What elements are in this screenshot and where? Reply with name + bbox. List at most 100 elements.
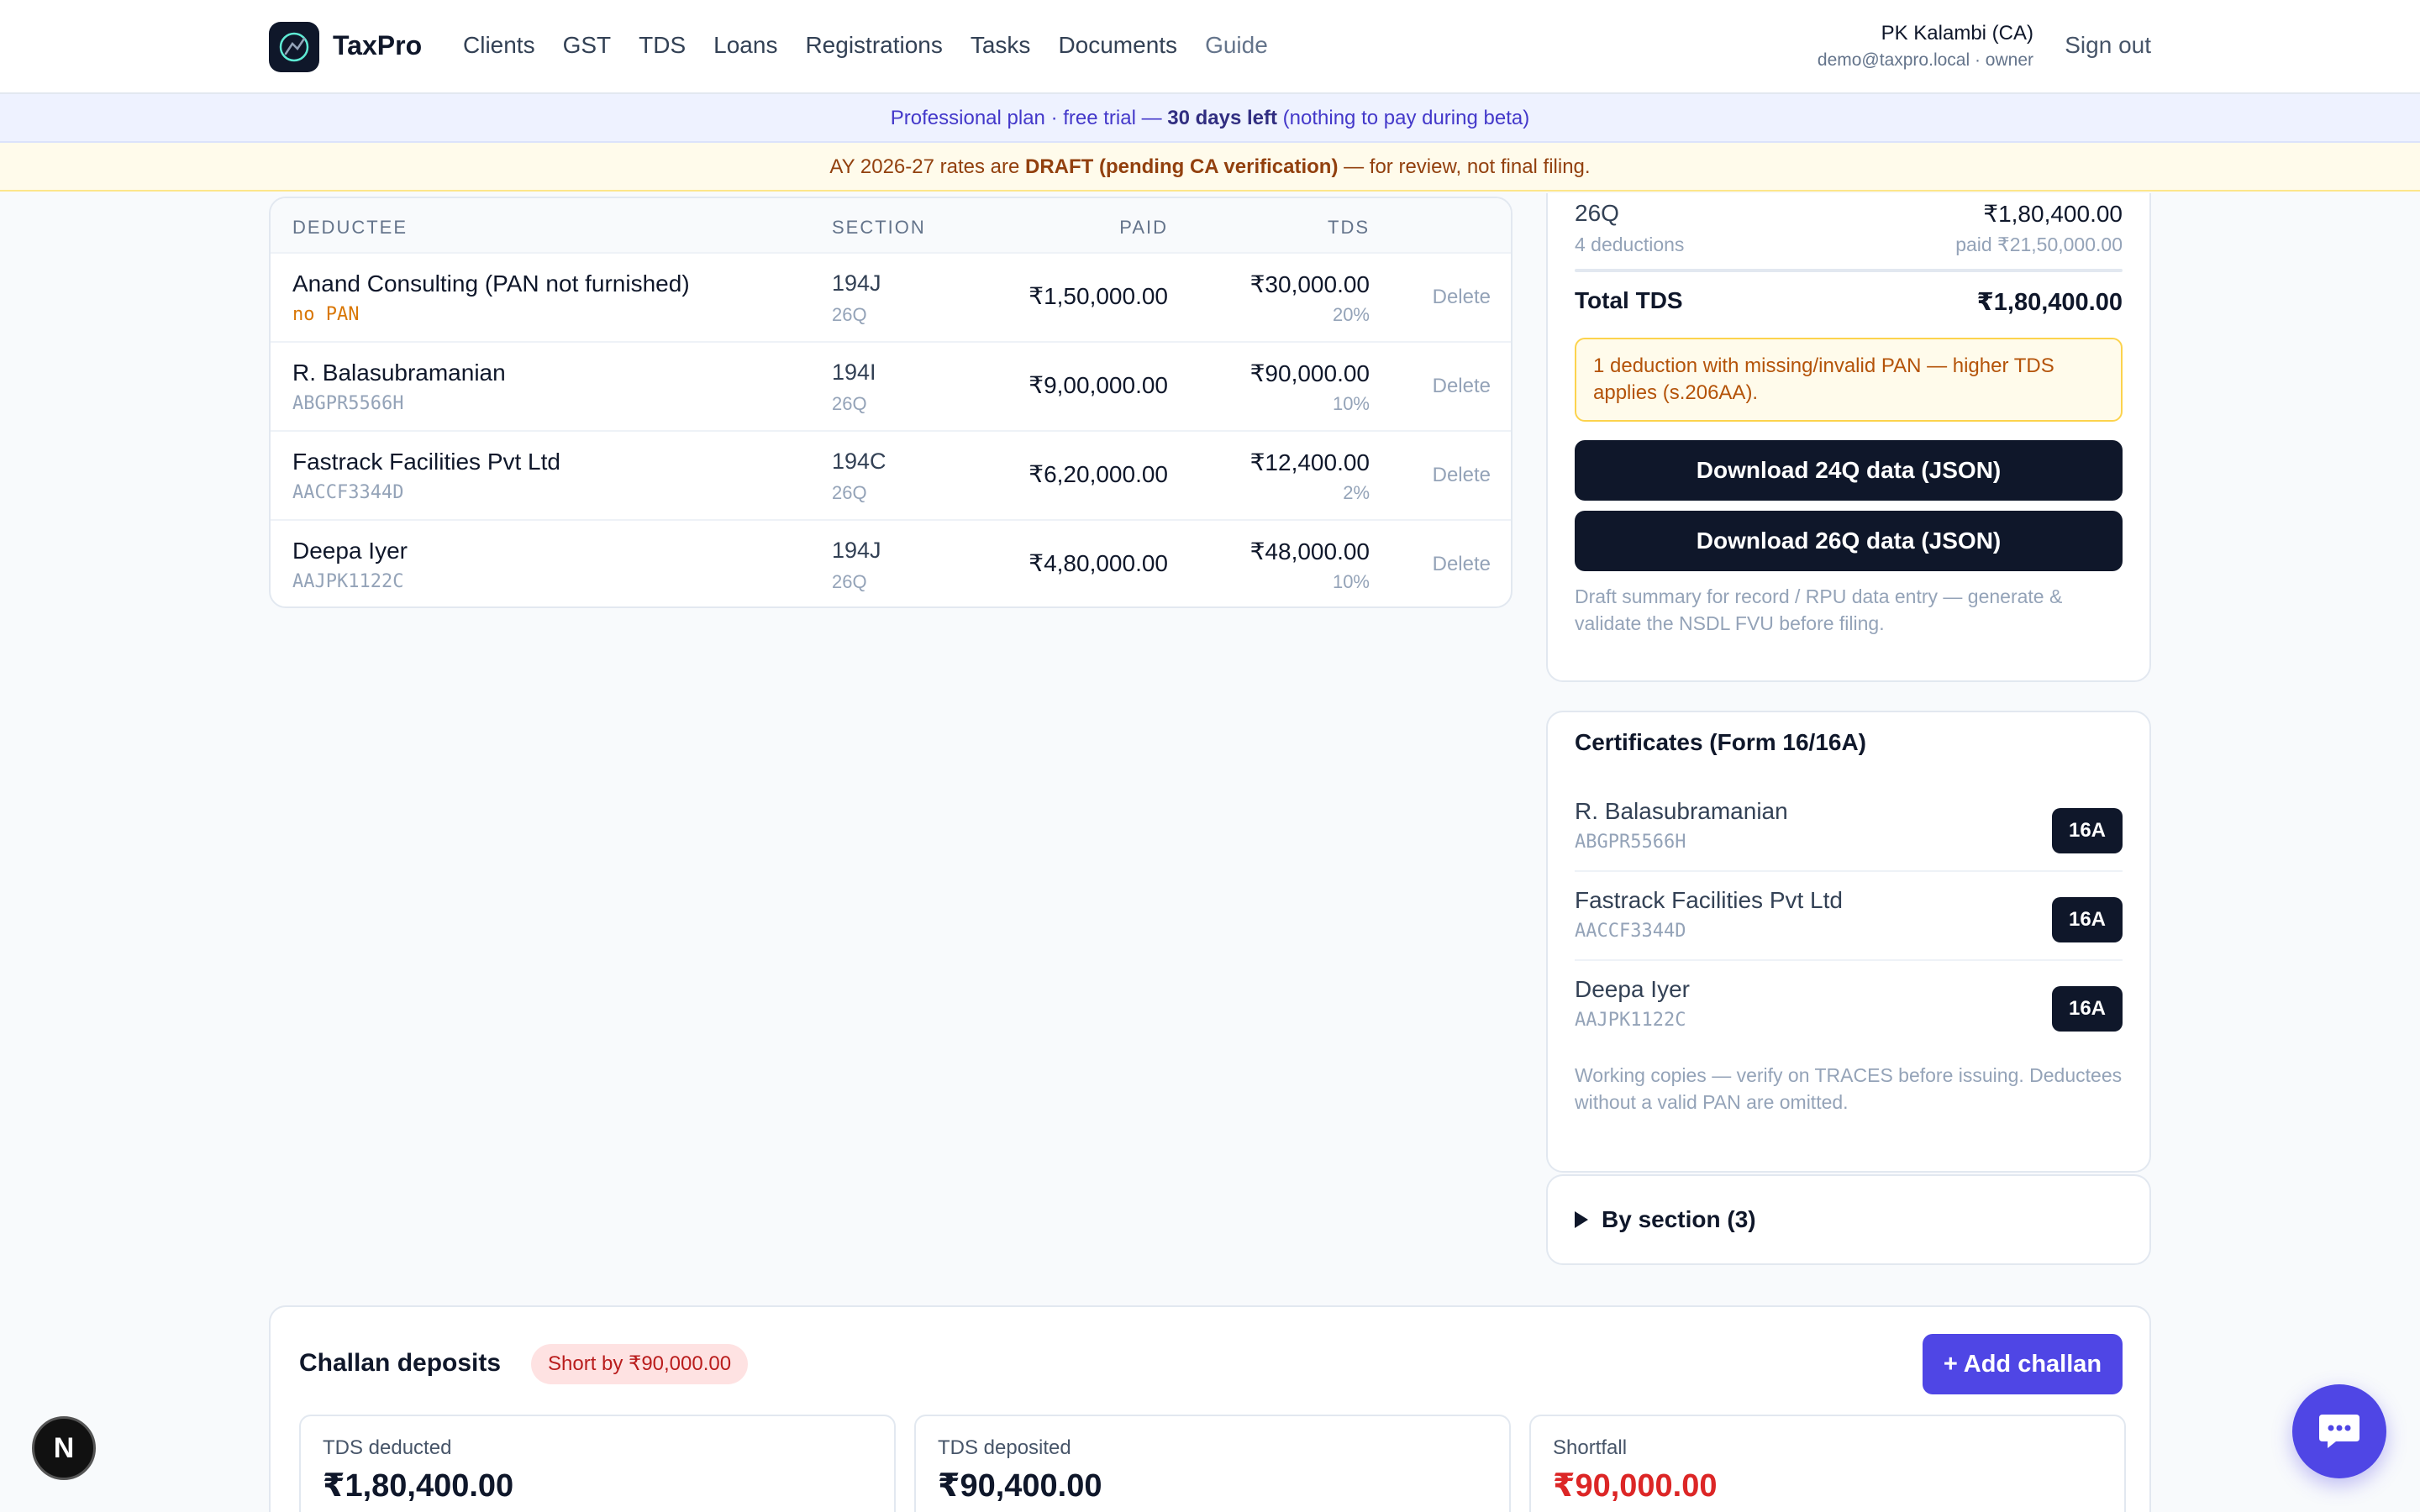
deductee-name: Anand Consulting (PAN not furnished) bbox=[292, 270, 690, 297]
nav-link-loans[interactable]: Loans bbox=[713, 32, 777, 59]
by-section-label: By section (3) bbox=[1602, 1206, 1756, 1232]
summary-form: 26Q bbox=[1575, 200, 1619, 226]
pan-warning: 1 deduction with missing/invalid PAN — h… bbox=[1575, 338, 2123, 422]
deductee-tds: ₹48,000.00 bbox=[1249, 538, 1370, 564]
deductee-form: 26Q bbox=[832, 571, 867, 592]
deductee-form: 26Q bbox=[832, 393, 867, 414]
chat-button[interactable] bbox=[2292, 1384, 2386, 1478]
table-row: Fastrack Facilities Pvt Ltd AACCF3344D 1… bbox=[271, 432, 1511, 521]
delete-button[interactable]: Delete bbox=[1433, 553, 1491, 576]
list-item: Deepa Iyer AAJPK1122C 16A bbox=[1575, 961, 2123, 1050]
challan-deposits-card: Challan deposits Short by ₹90,000.00 + A… bbox=[269, 1305, 2151, 1512]
form-16a-button[interactable]: 16A bbox=[2052, 808, 2123, 853]
stat-label: TDS deposited bbox=[938, 1436, 1071, 1459]
by-section-toggle[interactable]: By section (3) bbox=[1546, 1174, 2151, 1265]
stat-value: ₹90,400.00 bbox=[938, 1468, 1102, 1504]
column-deductee: DEDUCTEE bbox=[292, 217, 408, 238]
form-16a-button[interactable]: 16A bbox=[2052, 897, 2123, 942]
disclosure-triangle-icon bbox=[1575, 1211, 1588, 1228]
stat-tds-deposited: TDS deposited ₹90,400.00 bbox=[914, 1415, 1511, 1512]
nav-link-tasks[interactable]: Tasks bbox=[971, 32, 1031, 59]
challan-title: Challan deposits bbox=[299, 1349, 502, 1377]
form-16a-button[interactable]: 16A bbox=[2052, 986, 2123, 1032]
chat-bubble-icon bbox=[2319, 1415, 2360, 1448]
plan-days-left: 30 days left bbox=[1167, 107, 1277, 129]
stat-shortfall: Shortfall ₹90,000.00 bbox=[1529, 1415, 2126, 1512]
draft-rates-banner: AY 2026-27 rates are DRAFT (pending CA v… bbox=[0, 143, 2420, 192]
column-section: SECTION bbox=[832, 217, 926, 238]
taxpro-logo-icon[interactable] bbox=[269, 22, 319, 72]
list-item: Fastrack Facilities Pvt Ltd AACCF3344D 1… bbox=[1575, 872, 2123, 961]
deductee-pan: no PAN bbox=[292, 304, 360, 325]
summary-paid: paid ₹21,50,000.00 bbox=[1955, 234, 2123, 255]
nextjs-dev-badge[interactable]: N bbox=[32, 1416, 96, 1480]
user-info: PK Kalambi (CA) demo@taxpro.local · owne… bbox=[1818, 22, 2033, 71]
add-challan-button[interactable]: + Add challan bbox=[1923, 1334, 2123, 1394]
delete-button[interactable]: Delete bbox=[1433, 464, 1491, 487]
certificate-name: Deepa Iyer bbox=[1575, 976, 1690, 1002]
table-row: R. Balasubramanian ABGPR5566H 194I 26Q ₹… bbox=[271, 343, 1511, 432]
deductee-rate: 20% bbox=[1332, 304, 1370, 325]
certificate-name: R. Balasubramanian bbox=[1575, 798, 1788, 824]
deductee-name: Deepa Iyer bbox=[292, 538, 408, 564]
sign-out-button[interactable]: Sign out bbox=[2065, 32, 2151, 59]
total-tds-label: Total TDS bbox=[1575, 287, 1683, 313]
certificate-pan: AACCF3344D bbox=[1575, 921, 1686, 942]
deductee-rate: 10% bbox=[1332, 393, 1370, 414]
nav-link-tds[interactable]: TDS bbox=[639, 32, 686, 59]
delete-button[interactable]: Delete bbox=[1433, 375, 1491, 398]
certificates-card: Certificates (Form 16/16A) R. Balasubram… bbox=[1546, 711, 2151, 1173]
certificate-pan: AAJPK1122C bbox=[1575, 1010, 1686, 1031]
download-26q-button[interactable]: Download 26Q data (JSON) bbox=[1575, 511, 2123, 571]
plan-banner-prefix: Professional plan · free trial — bbox=[890, 107, 1168, 129]
download-24q-button[interactable]: Download 24Q data (JSON) bbox=[1575, 440, 2123, 501]
nav-link-gst[interactable]: GST bbox=[563, 32, 612, 59]
user-name: PK Kalambi (CA) bbox=[1881, 22, 2033, 45]
deductee-rate: 10% bbox=[1332, 571, 1370, 592]
summary-note: Draft summary for record / RPU data entr… bbox=[1575, 585, 2063, 634]
column-tds: TDS bbox=[1328, 217, 1370, 238]
deductee-name: Fastrack Facilities Pvt Ltd bbox=[292, 449, 560, 475]
certificates-note: Working copies — verify on TRACES before… bbox=[1575, 1064, 2123, 1113]
draft-banner-bold: DRAFT (pending CA verification) bbox=[1025, 155, 1339, 178]
deductee-section: 194J bbox=[832, 270, 881, 296]
total-tds-value: ₹1,80,400.00 bbox=[1976, 289, 2123, 316]
list-item: R. Balasubramanian ABGPR5566H 16A bbox=[1575, 783, 2123, 872]
certificate-pan: ABGPR5566H bbox=[1575, 832, 1686, 853]
summary-deductions: 4 deductions bbox=[1575, 234, 1685, 255]
certificate-name: Fastrack Facilities Pvt Ltd bbox=[1575, 887, 1843, 913]
deductee-name: R. Balasubramanian bbox=[292, 360, 506, 386]
deductee-table: DEDUCTEE SECTION PAID TDS Anand Consulti… bbox=[269, 197, 1512, 608]
user-email: demo@taxpro.local · owner bbox=[1817, 50, 2033, 70]
deductee-form: 26Q bbox=[832, 482, 867, 503]
deductee-form: 26Q bbox=[832, 304, 867, 325]
nav-link-clients[interactable]: Clients bbox=[463, 32, 535, 59]
draft-banner-prefix: AY 2026-27 rates are bbox=[829, 155, 1025, 178]
main-nav: Clients GST TDS Loans Registrations Task… bbox=[463, 32, 1296, 59]
table-row: Anand Consulting (PAN not furnished) no … bbox=[271, 254, 1511, 343]
tds-summary-card: 26Q ₹1,80,400.00 4 deductions paid ₹21,5… bbox=[1546, 193, 2151, 682]
plan-banner: Professional plan · free trial — 30 days… bbox=[0, 94, 2420, 143]
deductee-paid: ₹9,00,000.00 bbox=[1028, 372, 1168, 398]
brand-name[interactable]: TaxPro bbox=[333, 30, 422, 61]
main-content: DEDUCTEE SECTION PAID TDS Anand Consulti… bbox=[0, 193, 2420, 1512]
deductee-tds: ₹30,000.00 bbox=[1249, 271, 1370, 297]
deductee-paid: ₹4,80,000.00 bbox=[1028, 550, 1168, 576]
plan-banner-suffix: (nothing to pay during beta) bbox=[1277, 107, 1530, 129]
deductee-paid: ₹1,50,000.00 bbox=[1028, 283, 1168, 309]
table-row: Deepa Iyer AAJPK1122C 194J 26Q ₹4,80,000… bbox=[271, 521, 1511, 606]
deductee-pan: AACCF3344D bbox=[292, 482, 404, 503]
nav-link-guide[interactable]: Guide bbox=[1205, 32, 1268, 59]
deductee-section: 194C bbox=[832, 449, 886, 474]
deductee-paid: ₹6,20,000.00 bbox=[1028, 461, 1168, 487]
summary-form-amount: ₹1,80,400.00 bbox=[1983, 201, 2123, 227]
shortfall-badge: Short by ₹90,000.00 bbox=[531, 1344, 749, 1384]
nav-link-documents[interactable]: Documents bbox=[1058, 32, 1177, 59]
deductee-section: 194I bbox=[832, 360, 876, 385]
delete-button[interactable]: Delete bbox=[1433, 286, 1491, 309]
column-paid: PAID bbox=[1119, 217, 1168, 238]
nav-link-registrations[interactable]: Registrations bbox=[805, 32, 942, 59]
deductee-rate: 2% bbox=[1343, 482, 1370, 503]
stat-tds-deducted: TDS deducted ₹1,80,400.00 bbox=[299, 1415, 896, 1512]
deductee-tds: ₹90,000.00 bbox=[1249, 360, 1370, 386]
